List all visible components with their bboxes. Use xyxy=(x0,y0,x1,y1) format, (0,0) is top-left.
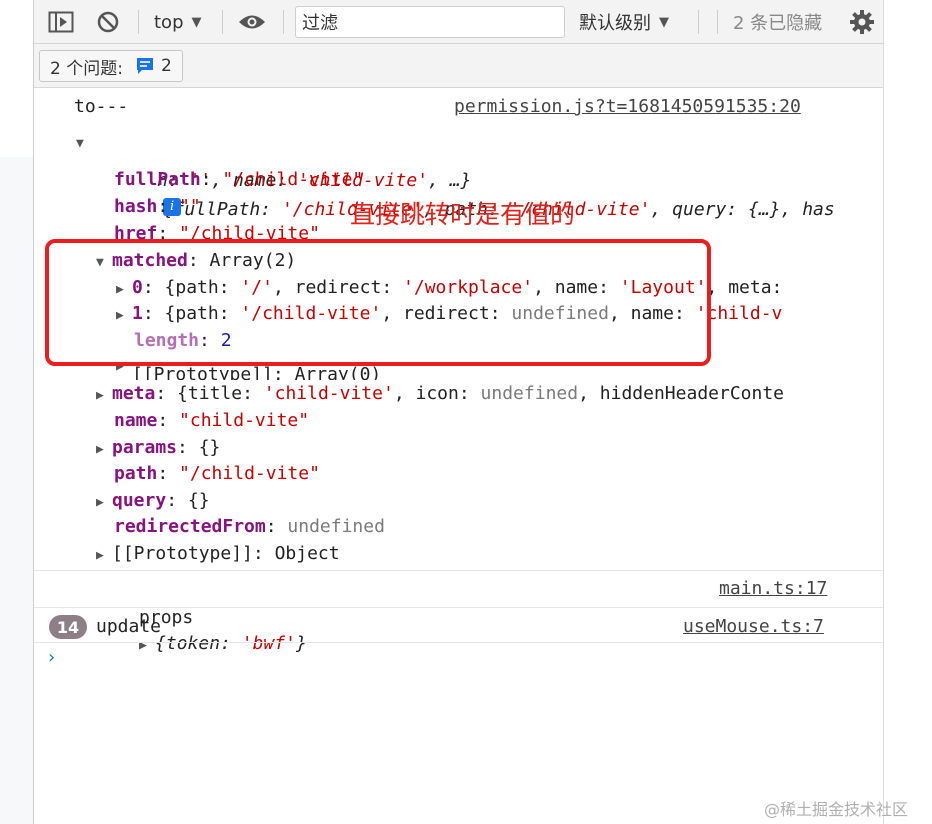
console-input[interactable] xyxy=(70,645,860,673)
issues-message-group: 2 xyxy=(135,56,172,76)
log-levels-label: 默认级别 xyxy=(579,13,651,34)
prop-value: "/child-vite" xyxy=(179,463,320,484)
chevron-down-icon: ▼ xyxy=(659,14,669,30)
chevron-down-icon: ▼ xyxy=(191,14,202,30)
expand-triangle-icon[interactable]: ▼ xyxy=(76,131,92,157)
prop-value: "/child-vite" xyxy=(222,169,364,190)
repeat-count-badge: 14 xyxy=(49,615,87,639)
prop-value: {} xyxy=(187,490,210,511)
log-source-link[interactable]: permission.js?t=1681450591535:20 xyxy=(454,94,801,120)
prop-key: [[Prototype]] xyxy=(132,364,273,380)
prop-key: meta xyxy=(112,383,156,404)
toolbar-separator xyxy=(283,10,284,34)
hidden-messages-count: 2 条已隐藏 xyxy=(733,0,822,44)
prop-path: path: "/child-vite" xyxy=(114,463,320,484)
outer-page-right xyxy=(884,0,932,824)
prop-key: fullPath xyxy=(114,169,201,190)
prop-key: name xyxy=(114,410,158,431)
toolbar-separator xyxy=(222,10,223,34)
log-divider xyxy=(34,642,883,643)
expand-triangle-icon[interactable]: ▶ xyxy=(96,490,112,516)
context-label: top xyxy=(154,11,184,33)
prop-name: name: "child-vite" xyxy=(114,410,310,431)
issues-bar: 2 个问题: 2 xyxy=(34,44,883,88)
issues-count: 2 xyxy=(160,56,172,76)
prop-redirectedFrom: redirectedFrom: undefined xyxy=(114,516,385,537)
expand-triangle-icon[interactable]: ▶ xyxy=(96,543,112,569)
log-divider xyxy=(34,607,883,608)
context-selector[interactable]: top ▼ xyxy=(154,0,202,44)
summary-ellipsis: : {…}, xyxy=(726,199,803,220)
prop-key: path xyxy=(114,463,158,484)
prop-href: href: "/child-vite" xyxy=(114,221,320,239)
prop-params[interactable]: ▶ params: {} xyxy=(96,435,220,461)
devtools-console-panel: top ▼ 过滤 默认级别 ▼ 2 条已隐藏 2 个问题: 2 to--- pe… xyxy=(33,0,884,824)
outer-page-shade xyxy=(0,157,33,824)
prop-key: href xyxy=(114,223,158,239)
console-prompt-chevron-icon[interactable]: › xyxy=(48,647,55,668)
props-log: props ▶ {token: 'bwf'} xyxy=(74,579,307,654)
log-prefix: to--- xyxy=(74,96,129,117)
prop-meta[interactable]: ▶ meta: {title: 'child-vite', icon: undef… xyxy=(96,381,856,407)
message-icon xyxy=(136,58,153,74)
toolbar-separator xyxy=(138,10,139,34)
prop-value: "/child-vite" xyxy=(179,223,320,239)
summary-ellipsis: , …} xyxy=(428,170,472,191)
update-log-text: update xyxy=(96,616,162,637)
prop-fullPath: fullPath: "/child-vite" xyxy=(114,169,364,190)
live-expression-eye-icon[interactable] xyxy=(238,0,266,44)
log-levels-dropdown[interactable]: 默认级别 ▼ xyxy=(579,0,669,44)
watermark: @稀土掘金技术社区 xyxy=(764,800,909,819)
expand-triangle-icon[interactable]: ▶ xyxy=(96,437,112,463)
show-sidebar-icon[interactable] xyxy=(48,0,74,44)
prop-key: params xyxy=(112,437,178,458)
hidden-count-label: 2 条已隐藏 xyxy=(733,13,823,34)
summary-key: has xyxy=(802,199,835,220)
issues-button[interactable]: 2 个问题: 2 xyxy=(39,50,183,82)
prop-value: "child-vite" xyxy=(179,410,310,431)
prop-value: "" xyxy=(179,196,201,217)
prop-key: redirectedFrom xyxy=(114,516,266,537)
prop-value: Object xyxy=(274,543,340,564)
log-source-link[interactable]: useMouse.ts:7 xyxy=(683,614,824,640)
outer-page-left xyxy=(0,0,33,824)
expand-triangle-icon[interactable]: ▶ xyxy=(96,383,112,407)
toolbar-separator xyxy=(717,10,718,34)
clear-console-icon[interactable] xyxy=(96,0,120,44)
prop-prototype-object[interactable]: ▶ [[Prototype]]: Object xyxy=(96,541,340,567)
annotation-text: 直接跳转时是有值的 xyxy=(350,200,576,229)
console-settings-gear-icon[interactable] xyxy=(849,0,875,44)
colon: : xyxy=(260,199,282,220)
prop-hash: hash: "" xyxy=(114,196,201,217)
filter-placeholder: 过滤 xyxy=(302,13,338,34)
filter-input[interactable]: 过滤 xyxy=(295,6,565,38)
prop-value: undefined xyxy=(287,516,385,537)
toolbar-separator xyxy=(698,10,699,34)
log-divider xyxy=(34,570,883,571)
annotation-highlight-box xyxy=(45,239,711,366)
prop-key: hash xyxy=(114,196,158,217)
comma: , xyxy=(650,199,673,220)
console-output: to--- permission.js?t=1681450591535:20 ▼… xyxy=(34,89,883,824)
log-source-link[interactable]: main.ts:17 xyxy=(719,576,827,602)
prop-value: Array(0) xyxy=(294,364,382,380)
object-summary-line2: h: '', name: 'child-vite', …} i xyxy=(92,142,471,216)
prop-value: {} xyxy=(198,437,221,458)
prop-key: query xyxy=(112,490,167,511)
issues-label: 2 个问题: xyxy=(50,58,123,79)
console-toolbar: top ▼ 过滤 默认级别 ▼ 2 条已隐藏 xyxy=(34,0,883,44)
summary-key: query xyxy=(672,199,727,220)
prop-query[interactable]: ▶ query: {} xyxy=(96,488,210,514)
prop-key: [[Prototype]] xyxy=(112,543,253,564)
